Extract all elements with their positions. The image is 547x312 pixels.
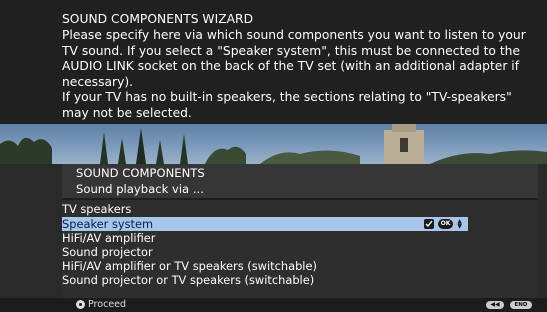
option-label: HiFi/AV amplifier or TV speakers (switch… [62,259,317,273]
up-down-arrows-icon: ▲ ▼ [457,218,462,230]
tv-screen: SOUND COMPONENTS WIZARD Please specify h… [0,0,547,312]
wizard-description: Please specify here via which sound comp… [62,28,526,120]
proceed-label[interactable]: Proceed [88,298,126,312]
right-backdrop [538,164,547,312]
option-label: Speaker system [62,217,154,231]
wizard-title: SOUND COMPONENTS WIZARD [62,12,254,26]
option-label: TV speakers [62,202,132,216]
menu-option-tv-speakers[interactable]: TV speakers [62,202,538,216]
menu-title: SOUND COMPONENTS [76,166,205,180]
selection-controls: OK ▲ ▼ [423,218,462,230]
option-label: Sound projector or TV speakers (switchab… [62,273,315,287]
rewind-back-icon[interactable]: ◀◀ [486,301,504,309]
menu-header: SOUND COMPONENTS Sound playback via ... [62,164,538,198]
menu-option-speaker-system[interactable]: Speaker system OK ▲ ▼ [62,217,468,231]
menu-option-hifi-or-tv-speakers[interactable]: HiFi/AV amplifier or TV speakers (switch… [62,259,538,273]
checkmark-icon [423,219,434,229]
option-label: Sound projector [62,245,153,259]
option-label: HiFi/AV amplifier [62,231,156,245]
end-button[interactable]: END [510,301,532,309]
menu-option-hifi-av-amplifier[interactable]: HiFi/AV amplifier [62,231,538,245]
ok-button-icon[interactable] [76,300,85,309]
menu-option-projector-or-tv-speakers[interactable]: Sound projector or TV speakers (switchab… [62,273,538,287]
menu-divider [62,198,538,200]
menu-subtitle: Sound playback via ... [76,182,204,196]
sound-components-menu: SOUND COMPONENTS Sound playback via ... … [62,164,538,298]
wizard-info-panel: SOUND COMPONENTS WIZARD Please specify h… [0,0,547,124]
footer-bar: Proceed ◀◀ END [0,298,547,312]
background-scene-image [0,124,547,164]
left-backdrop [0,164,62,312]
ok-button-icon: OK [437,219,454,229]
background-scene [0,124,547,164]
menu-option-sound-projector[interactable]: Sound projector [62,245,538,259]
